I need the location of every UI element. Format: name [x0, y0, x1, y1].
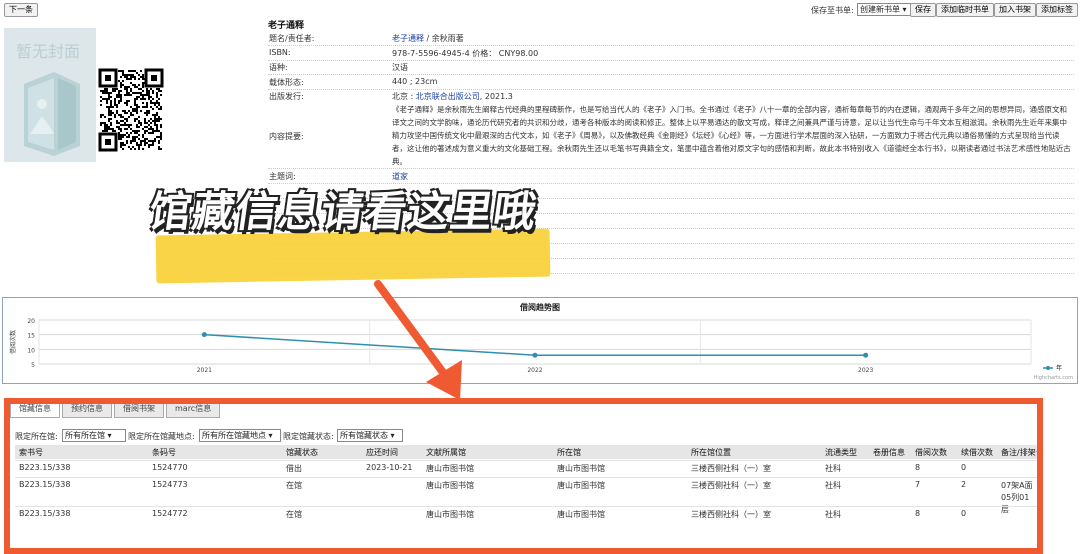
data-point — [863, 352, 869, 358]
chart-svg: 借阅趋势图 20 15 10 5 借阅次数 2021 2022 2023 年 Highcharts.… — [9, 302, 1073, 381]
y-axis-label: 借阅次数 — [9, 330, 17, 354]
author-name: / 余秋雨著 — [424, 34, 464, 43]
y-tick-label: 5 — [31, 362, 35, 369]
series-line — [204, 333, 866, 356]
divider — [268, 45, 1074, 46]
add-temp-shelf-button[interactable]: 添加临时书单 — [936, 3, 994, 17]
publisher-city: 北京 : — [392, 92, 416, 101]
chart-title: 借阅趋势图 — [519, 302, 560, 312]
author-value: 老子通释 / 余秋雨著 — [392, 33, 464, 44]
form-value: 440 ; 23cm — [392, 77, 438, 86]
overlay-caption: 馆藏信息请看这里哦 — [146, 187, 541, 236]
summary-label: 内容提要: — [269, 132, 304, 141]
qr-code-image — [98, 68, 164, 152]
save-to-shelf-label: 保存至书单: — [811, 6, 854, 15]
add-bookshelf-button[interactable]: 加入书架 — [994, 3, 1036, 17]
data-point — [201, 332, 207, 338]
book-cover-placeholder: 暂无封面 — [4, 28, 96, 162]
divider — [268, 168, 1074, 169]
shelf-select-value: 创建新书单 — [860, 5, 900, 14]
chart-credit: Highcharts.com — [1034, 375, 1073, 381]
language-label: 语种: — [269, 63, 288, 72]
author-label: 题名/责任者: — [269, 34, 315, 43]
shelf-select[interactable]: 创建新书单 ▾ — [857, 3, 911, 16]
isbn-label: ISBN: — [269, 48, 291, 57]
form-label: 载体形态: — [269, 78, 304, 87]
x-tick-label: 2023 — [858, 367, 873, 374]
summary-text: 《老子通释》是余秋雨先生阐释古代经典的里程碑新作，也是写给当代人的《老子》入门书… — [392, 105, 1071, 166]
publisher-value: 北京 : 北京联合出版公司, 2021.3 — [392, 91, 513, 102]
arrow-icon — [374, 280, 462, 400]
next-record-button[interactable]: 下一条 — [4, 3, 38, 17]
book-icon — [24, 72, 80, 156]
add-tag-button[interactable]: 添加标签 — [1036, 3, 1078, 17]
no-cover-text: 暂无封面 — [16, 42, 81, 61]
y-tick-label: 15 — [27, 333, 35, 340]
publisher-label: 出版发行: — [269, 92, 304, 101]
y-tick-label: 10 — [27, 347, 35, 354]
divider — [268, 74, 1074, 75]
save-button[interactable]: 保存 — [910, 3, 936, 17]
borrow-trend-chart: 借阅趋势图 20 15 10 5 借阅次数 2021 2022 2023 年 Highcharts.… — [2, 297, 1078, 384]
title-link[interactable]: 老子通释 — [392, 34, 424, 43]
x-tick-label: 2022 — [527, 367, 542, 374]
chevron-down-icon: ▾ — [902, 5, 907, 14]
publisher-link[interactable]: 北京联合出版公司 — [416, 92, 480, 101]
highlight-frame — [4, 398, 1043, 554]
isbn-value: 978-7-5596-4945-4 价格： CNY98.00 — [392, 49, 539, 58]
book-title: 老子通释 — [268, 21, 305, 31]
legend-label: 年 — [1056, 364, 1062, 372]
x-tick-label: 2021 — [197, 367, 212, 374]
language-value: 汉语 — [392, 63, 408, 72]
divider — [268, 60, 1074, 61]
publisher-year: , 2021.3 — [479, 92, 513, 101]
y-tick-label: 20 — [27, 318, 35, 325]
divider — [268, 89, 1074, 90]
data-point — [532, 352, 538, 358]
legend-marker — [1046, 366, 1050, 370]
